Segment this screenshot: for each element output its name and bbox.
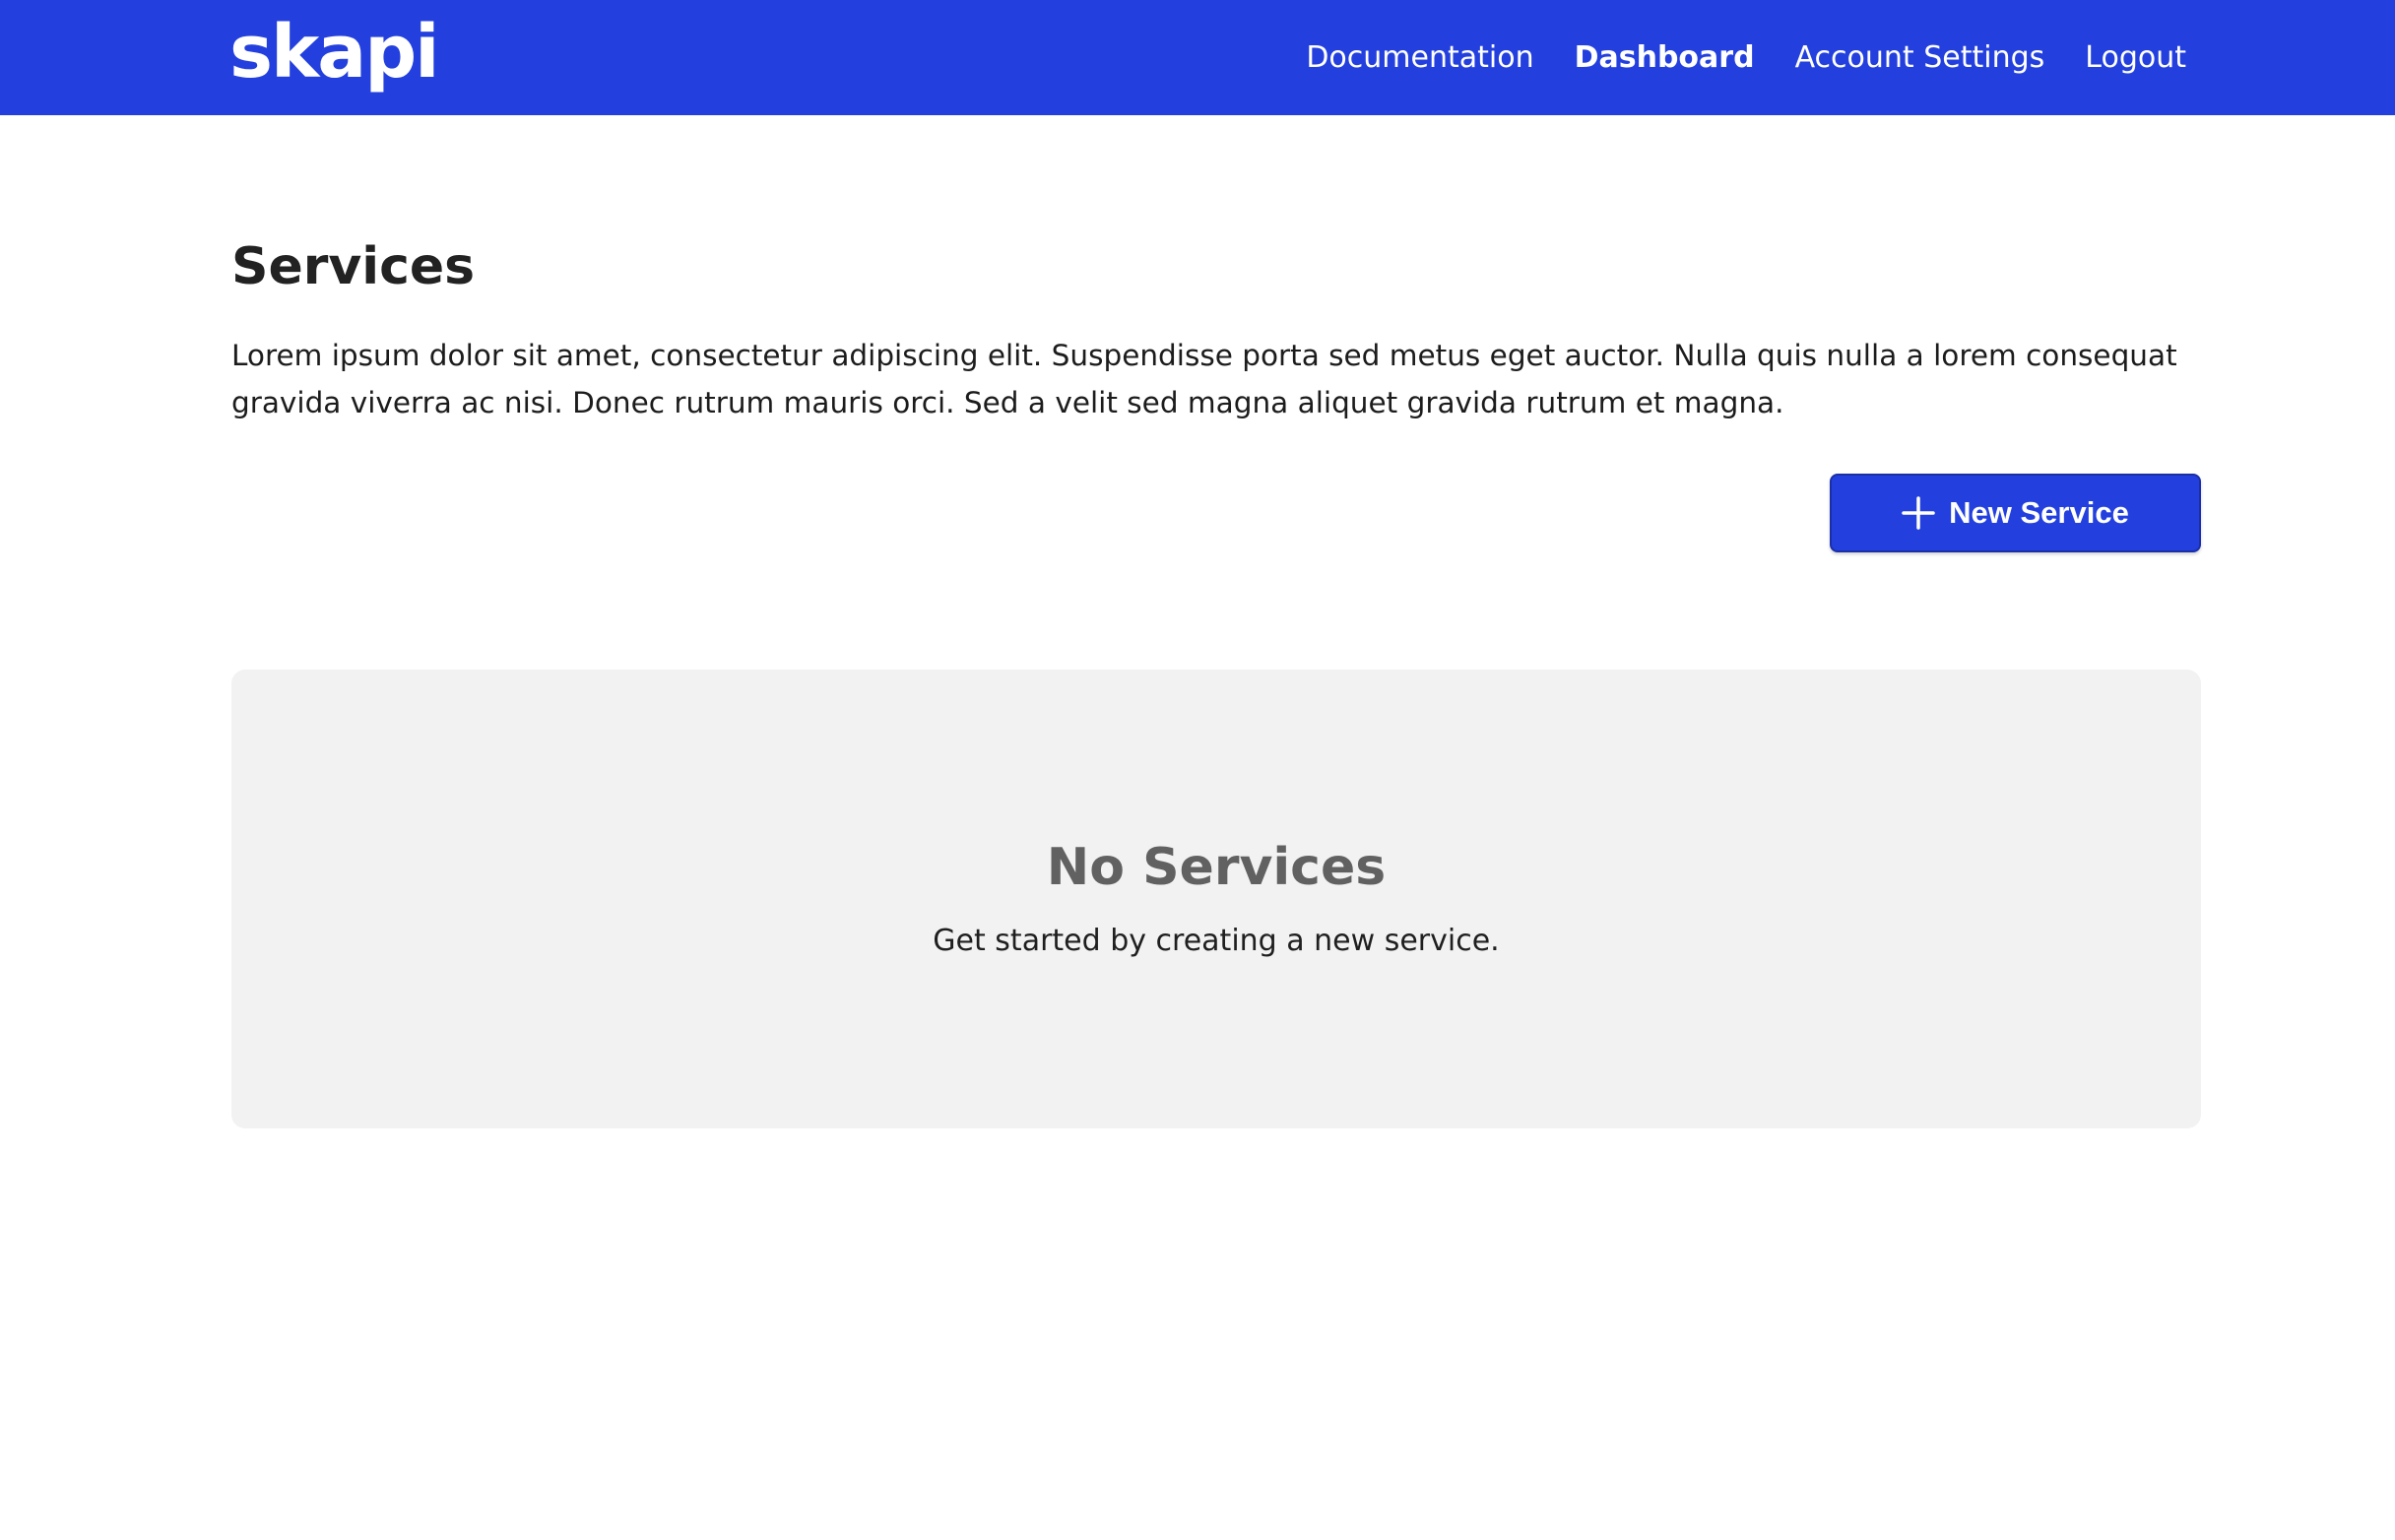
new-service-label: New Service [1949,495,2129,530]
empty-state-subtitle: Get started by creating a new service. [933,924,1500,958]
skapi-logo[interactable]: skapi [229,8,440,96]
empty-state-title: No Services [1046,838,1387,897]
new-service-button[interactable]: New Service [1830,474,2201,552]
page-description: Lorem ipsum dolor sit amet, consectetur … [231,339,2177,419]
nav-logout[interactable]: Logout [2085,38,2186,78]
page-title: Services [231,237,476,296]
plus-icon [1902,496,1935,530]
main-nav: Documentation Dashboard Account Settings… [1306,0,2186,115]
nav-account-settings[interactable]: Account Settings [1795,38,2045,78]
nav-documentation[interactable]: Documentation [1306,38,1533,78]
empty-state-card: No Services Get started by creating a ne… [231,670,2201,1128]
top-navbar: skapi Documentation Dashboard Account Se… [0,0,2395,115]
nav-dashboard[interactable]: Dashboard [1575,38,1755,78]
